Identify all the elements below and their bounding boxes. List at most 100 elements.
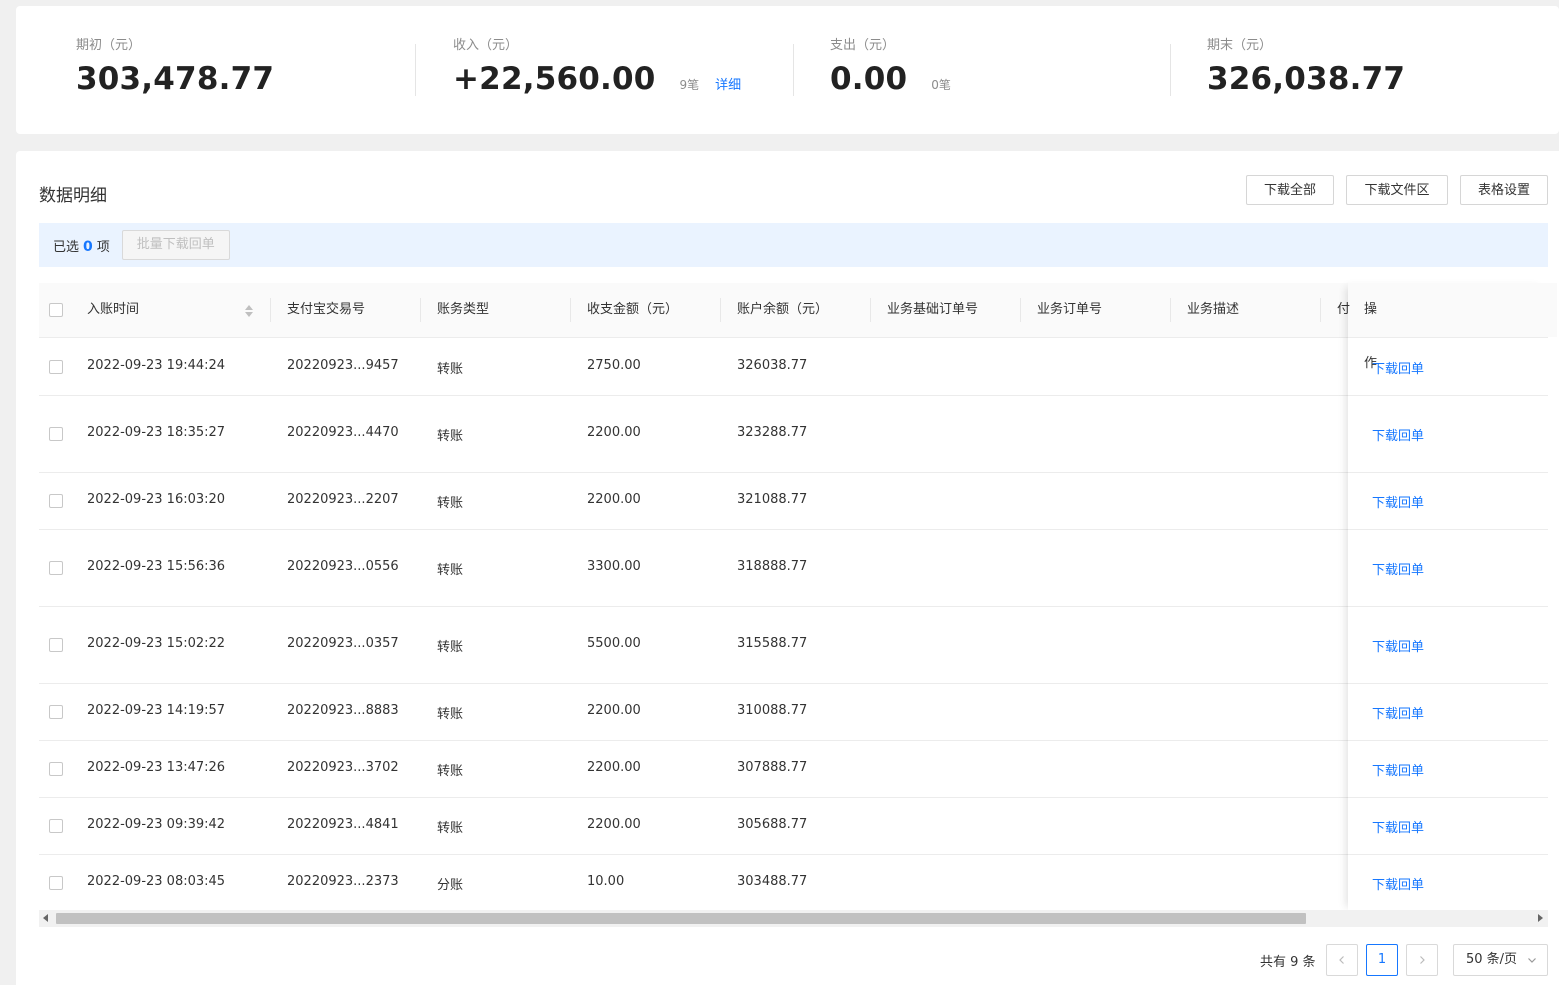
cell-transaction-id: 20220923...4841: [287, 817, 399, 832]
scroll-right-icon[interactable]: [1538, 914, 1543, 922]
column-header: 收支金额（元）: [587, 302, 679, 317]
download-receipt-link[interactable]: 下载回单: [1372, 760, 1424, 779]
divider: [1170, 44, 1171, 96]
cell-amount: 2200.00: [587, 492, 641, 507]
cell-amount: 2200.00: [587, 817, 641, 832]
cell-account-type: 转账: [437, 640, 464, 655]
row-checkbox[interactable]: [49, 638, 63, 652]
cell-transaction-id: 20220923...4470: [287, 425, 399, 440]
table-row: 2022-09-23 19:44:24 20220923...9457 转账 2750…: [39, 338, 1548, 396]
cell-time: 2022-09-23 16:03:20: [87, 492, 226, 507]
cell-account-type: 分账: [437, 878, 464, 893]
pagination-total: 共有 9 条: [1260, 955, 1316, 970]
income-label: 收入（元）: [453, 38, 519, 53]
sort-icon[interactable]: [245, 305, 253, 317]
select-all-checkbox[interactable]: [49, 303, 63, 317]
download-receipt-link[interactable]: 下载回单: [1372, 636, 1424, 655]
row-checkbox[interactable]: [49, 762, 63, 776]
income-count: 9笔: [679, 78, 700, 92]
download-area-button[interactable]: 下载文件区: [1346, 175, 1448, 205]
cell-time: 2022-09-23 13:47:26: [87, 760, 226, 775]
cell-account-type: 转账: [437, 496, 464, 511]
row-checkbox[interactable]: [49, 819, 63, 833]
row-checkbox[interactable]: [49, 876, 63, 890]
table-row: 2022-09-23 16:03:20 20220923...2207 转账 2200…: [39, 472, 1548, 530]
cell-transaction-id: 20220923...2373: [287, 874, 399, 889]
download-receipt-link[interactable]: 下载回单: [1372, 703, 1424, 722]
selection-info: 已选 0 项: [53, 236, 110, 255]
column-header: 业务描述: [1187, 302, 1240, 317]
download-receipt-link[interactable]: 下载回单: [1372, 559, 1424, 578]
cell-balance: 303488.77: [737, 874, 808, 889]
page-size-select[interactable]: 50 条/页: [1453, 944, 1548, 976]
cell-amount: 5500.00: [587, 636, 641, 651]
scroll-left-icon[interactable]: [43, 914, 48, 922]
chevron-right-icon: [1420, 955, 1425, 964]
download-receipt-link[interactable]: 下载回单: [1372, 425, 1424, 444]
page-size-value: 50 条/页: [1466, 952, 1518, 967]
column-divider: [420, 298, 421, 322]
income-stat: 收入（元） +22,560.00 9笔 详细: [453, 34, 741, 97]
column-divider: [720, 298, 721, 322]
table-row: 2022-09-23 08:03:45 20220923...2373 分账 10.0…: [39, 854, 1548, 912]
download-receipt-link[interactable]: 下载回单: [1372, 492, 1424, 511]
column-divider: [570, 298, 571, 322]
closing-balance-stat: 期末（元） 326,038.77: [1207, 34, 1405, 97]
page-1-button[interactable]: 1: [1366, 944, 1398, 976]
download-all-button[interactable]: 下载全部: [1246, 175, 1334, 205]
table-row: 2022-09-23 18:35:27 20220923...4470 转账 2200…: [39, 395, 1548, 473]
cell-balance: 307888.77: [737, 760, 808, 775]
table-row: 2022-09-23 14:19:57 20220923...8883 转账 2200…: [39, 683, 1548, 741]
expense-count: 0笔: [931, 78, 951, 92]
income-value: +22,560.00: [453, 61, 656, 97]
prev-page-button[interactable]: [1326, 944, 1358, 976]
cell-account-type: 转账: [437, 362, 464, 377]
row-checkbox[interactable]: [49, 561, 63, 575]
download-receipt-link[interactable]: 下载回单: [1372, 874, 1424, 893]
cell-amount: 10.00: [587, 874, 625, 889]
cell-amount: 2200.00: [587, 703, 641, 718]
cell-amount: 2200.00: [587, 425, 641, 440]
horizontal-scrollbar[interactable]: [39, 910, 1548, 927]
column-header: 支付宝交易号: [287, 302, 366, 317]
cell-time: 2022-09-23 09:39:42: [87, 817, 226, 832]
column-divider: [1320, 298, 1321, 322]
table-row: 2022-09-23 15:56:36 20220923...0556 转账 3300…: [39, 529, 1548, 607]
income-detail-link[interactable]: 详细: [715, 74, 741, 93]
divider: [793, 44, 794, 96]
cell-balance: 315588.77: [737, 636, 808, 651]
download-receipt-link[interactable]: 下载回单: [1372, 817, 1424, 836]
column-divider: [270, 298, 271, 322]
scrollbar-thumb[interactable]: [56, 913, 1306, 924]
row-checkbox[interactable]: [49, 427, 63, 441]
cell-transaction-id: 20220923...8883: [287, 703, 399, 718]
closing-value: 326,038.77: [1207, 61, 1406, 97]
cell-time: 2022-09-23 08:03:45: [87, 874, 226, 889]
row-checkbox[interactable]: [49, 705, 63, 719]
expense-value: 0.00: [830, 61, 908, 97]
selection-bar: 已选 0 项 批量下载回单: [39, 223, 1548, 267]
download-receipt-link[interactable]: 下载回单: [1372, 358, 1424, 377]
table-header: 入账时间 支付宝交易号 账务类型 收支金额（元） 账户余额（元） 业务基础订单号…: [39, 283, 1558, 371]
table-row: 2022-09-23 15:02:22 20220923...0357 转账 5500…: [39, 606, 1548, 684]
batch-download-button[interactable]: 批量下载回单: [121, 230, 230, 260]
cell-amount: 2750.00: [587, 358, 641, 373]
opening-balance-stat: 期初（元） 303,478.77: [76, 34, 274, 97]
next-page-button[interactable]: [1406, 944, 1438, 976]
expense-label: 支出（元）: [830, 38, 896, 53]
detail-panel: 数据明细 下载全部 下载文件区 表格设置 已选 0 项 批量下载回单 入账时间 支付…: [16, 151, 1559, 985]
table-row: 2022-09-23 09:39:42 20220923...4841 转账 2200…: [39, 797, 1548, 855]
cell-transaction-id: 20220923...0357: [287, 636, 399, 651]
cell-account-type: 转账: [437, 764, 464, 779]
column-header: 付: [1337, 302, 1351, 317]
cell-transaction-id: 20220923...0556: [287, 559, 399, 574]
opening-label: 期初（元）: [76, 38, 142, 53]
row-checkbox[interactable]: [49, 494, 63, 508]
cell-amount: 3300.00: [587, 559, 641, 574]
table-settings-button[interactable]: 表格设置: [1460, 175, 1548, 205]
column-divider: [1170, 298, 1171, 322]
row-checkbox[interactable]: [49, 360, 63, 374]
cell-balance: 323288.77: [737, 425, 808, 440]
cell-balance: 321088.77: [737, 492, 808, 507]
selection-count: 0: [83, 238, 93, 255]
